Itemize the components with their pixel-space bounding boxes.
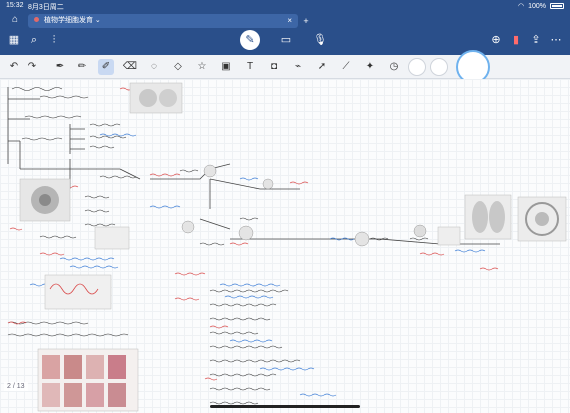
highlighter-icon[interactable]: ✐ [98, 59, 114, 75]
grid-icon[interactable]: ▦ [6, 32, 22, 48]
more-icon[interactable]: ⋯ [548, 32, 564, 48]
tab-row: ⌂ 植物学细胞发育 ⌄ × + [0, 12, 570, 28]
audio-icon[interactable]: ⫶ [46, 32, 62, 48]
wand-icon[interactable]: ✦ [362, 59, 378, 75]
new-tab-icon[interactable]: + [300, 14, 312, 28]
close-icon[interactable]: × [287, 14, 292, 28]
pen-icon[interactable]: ✒ [52, 59, 68, 75]
sticker-icon[interactable]: ☆ [194, 59, 210, 75]
battery-percent: 100% [528, 2, 546, 10]
color-swatch-2[interactable] [430, 58, 448, 76]
pencil-icon[interactable]: ✏ [74, 59, 90, 75]
lasso-icon[interactable]: ◌ [146, 59, 162, 75]
add-page-icon[interactable]: ⊕ [488, 32, 504, 48]
timer-icon[interactable]: ◷ [386, 59, 402, 75]
note-page[interactable] [0, 79, 570, 413]
share-icon[interactable]: ⇪ [528, 32, 544, 48]
color-swatch-1[interactable] [408, 58, 426, 76]
text-icon[interactable]: T [242, 59, 258, 75]
mic-icon[interactable]: 🎙︎ [312, 32, 328, 48]
link-icon[interactable]: ⌁ [290, 59, 306, 75]
status-date: 8月3日周二 [28, 4, 64, 11]
camera-icon[interactable]: ◘ [266, 59, 282, 75]
search-icon[interactable]: ⌕ [26, 32, 42, 48]
wifi-icon: ◠ [517, 3, 525, 10]
image-icon[interactable]: ▣ [218, 59, 234, 75]
pen-tray: ↶ ↷ ✒ ✏ ✐ ⌫ ◌ ◇ ☆ ▣ T ◘ ⌁ ➚ ⟋ ✦ ◷ [0, 50, 570, 84]
home-indicator[interactable] [210, 405, 360, 408]
ruler-icon[interactable]: ⟋ [338, 59, 354, 75]
pen-edit-icon[interactable]: ✎ [240, 30, 260, 50]
battery-icon [550, 3, 564, 9]
keyboard-icon[interactable]: ▭ [278, 32, 294, 48]
document-title: 植物学细胞发育 [43, 17, 93, 24]
app-header: 15:32 8月3日周二 ◠ 100% ⌂ 植物学细胞发育 ⌄ × + ▦ ⌕ … [0, 0, 570, 55]
home-icon[interactable]: ⌂ [8, 14, 22, 26]
eraser-icon[interactable]: ⌫ [122, 59, 138, 75]
status-bar: 15:32 8月3日周二 ◠ 100% [0, 0, 570, 12]
pointer-icon[interactable]: ➚ [314, 59, 330, 75]
main-toolbar: ▦ ⌕ ⫶ ✎ ▭ 🎙︎ ⊕ ▮ ⇪ ⋯ [0, 28, 570, 52]
document-tab[interactable]: 植物学细胞发育 ⌄ × [28, 14, 298, 28]
tab-color-dot [34, 17, 39, 22]
shapes-icon[interactable]: ◇ [170, 59, 186, 75]
chevron-down-icon[interactable]: ⌄ [95, 17, 101, 24]
handwriting-layer [7, 82, 567, 412]
status-time: 15:32 [6, 2, 24, 9]
bookmark-icon[interactable]: ▮ [508, 32, 524, 48]
page-indicator: 2 / 13 [4, 382, 28, 391]
redo-icon[interactable]: ↷ [24, 59, 40, 75]
undo-icon[interactable]: ↶ [6, 59, 22, 75]
status-right: ◠ 100% [518, 2, 564, 10]
